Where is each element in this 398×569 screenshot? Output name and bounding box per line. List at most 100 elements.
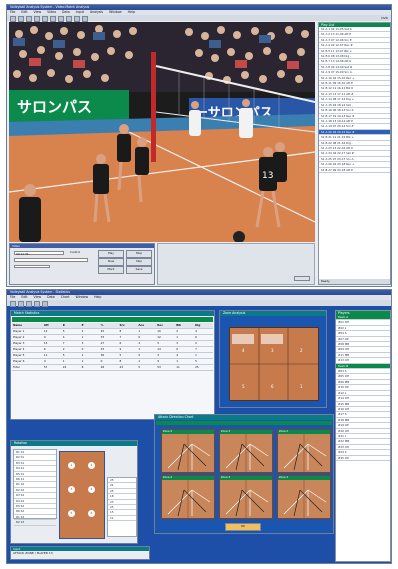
table-cell: 15: [43, 341, 48, 345]
rotation-window-titlebar: Rotation: [11, 441, 137, 446]
ok-button[interactable]: OK: [225, 523, 261, 531]
table-cell: 0: [100, 359, 103, 363]
input-bar-value[interactable]: ATTACK ZONE / PLAYER 13: [11, 551, 149, 556]
top-app-window: Volleyball Analysis System - Video Match…: [6, 4, 392, 287]
table-cell: 12: [43, 329, 48, 333]
player-marker[interactable]: 6: [88, 510, 95, 517]
column-header: Rec: [157, 323, 163, 327]
attack-direction-chart[interactable]: Zone 3: [219, 429, 273, 473]
table-cell: Player 4: [13, 347, 25, 351]
input-bar: Input ATTACK ZONE / PLAYER 13: [10, 546, 150, 560]
zone-label: 4: [242, 348, 245, 353]
speed-slider[interactable]: [14, 265, 50, 268]
player-marker[interactable]: 2: [88, 462, 95, 469]
table-cell: 53: [157, 365, 161, 369]
chart-window-titlebar: Attack Direction Chart: [155, 415, 333, 420]
print-icon[interactable]: [26, 301, 32, 307]
counter-field[interactable]: 00:12:34: [14, 251, 64, 256]
attack-direction-chart[interactable]: Zone 2: [277, 475, 331, 519]
new-icon[interactable]: [10, 301, 16, 307]
stats-table: Name Att K E% Srv Ace Rec Blk Dig Player 1 12 5 2 25 8…: [12, 323, 213, 371]
table-cell: 2: [62, 347, 65, 351]
zone-window-title: Zone Analysis: [223, 311, 246, 315]
table-icon[interactable]: [42, 301, 48, 307]
chart-icon[interactable]: [34, 301, 40, 307]
table-cell: 4: [43, 359, 46, 363]
zone-label: 1: [300, 384, 303, 389]
zone-window: Zone Analysis 4 3 2 5 6 1: [219, 310, 327, 408]
direction-lines: [225, 434, 269, 472]
column-header: Blk: [176, 323, 182, 327]
table-cell: 1: [195, 353, 197, 357]
skip-button[interactable]: Skip: [126, 258, 152, 266]
attack-direction-chart[interactable]: Zone 2: [277, 429, 331, 473]
rotation-window: Rotation R1 S1 R2 S1 R3 S1 R4 S1 R5 S1 R6 S1 R…: [10, 440, 138, 544]
video-control-tab[interactable]: Control: [70, 250, 80, 254]
player-marker[interactable]: 4: [88, 486, 95, 493]
list-item[interactable]: S1 B 27 09 24-18 Att E: [319, 168, 390, 173]
table-row[interactable]: Total 57 24 8 28 43 5 53 11 25: [12, 365, 213, 371]
timeline-slider[interactable]: [14, 258, 88, 262]
attack-direction-chart[interactable]: Zone 4: [161, 475, 215, 519]
attack-direction-chart[interactable]: Zone 3: [219, 475, 273, 519]
table-cell: 33: [100, 347, 105, 351]
direction-lines: [283, 480, 327, 518]
column-header: Srv: [119, 323, 125, 327]
list-item[interactable]: R2 S3: [14, 520, 56, 526]
player-marker[interactable]: 3: [68, 486, 75, 493]
open-icon[interactable]: [18, 301, 24, 307]
bottom-app-title: Volleyball Analysis System - Statistics: [10, 290, 71, 294]
table-cell: 2: [195, 341, 197, 345]
table-cell: 1: [176, 335, 178, 339]
direction-lines: [167, 480, 211, 518]
stats-window-title: Match Statistics: [14, 311, 40, 315]
zone-label: 2: [300, 348, 303, 353]
table-cell: Player 6: [13, 359, 25, 363]
chart-window: Attack Direction Chart Zone 4 Zone 3 Zone …: [154, 414, 334, 534]
video-frame[interactable]: サロンパス ーサロンパス 13: [9, 22, 315, 242]
chart-window-title: Attack Direction Chart: [158, 415, 194, 419]
zone-grid: [230, 328, 318, 400]
rotation-court[interactable]: 1 2 3 4 5 6: [59, 451, 105, 539]
stop-button[interactable]: Stop: [126, 250, 152, 258]
expand-button[interactable]: [294, 276, 310, 281]
mark-button[interactable]: Mark: [98, 266, 124, 274]
attack-direction-chart[interactable]: Zone 4: [161, 429, 215, 473]
player-marker[interactable]: 1: [68, 462, 75, 469]
score-panel: 25 21 25 18 23 25 15 11: [107, 477, 137, 537]
play-list: S1 A 1 04 11-05 Set K S1 A 2 13 11-06 Att…: [319, 27, 390, 173]
bottom-toolbar: [7, 300, 391, 307]
table-cell: 8: [119, 329, 122, 333]
table-cell: 9: [157, 359, 160, 363]
rotation-list[interactable]: R1 S1 R2 S1 R3 S1 R4 S1 R5 S1 R6 S1 R1 S2 R2 S2…: [13, 449, 57, 526]
top-app-title: Volleyball Analysis System - Video Match…: [10, 5, 90, 9]
table-cell: Player 3: [13, 341, 25, 345]
player-list-panel: Players Team A #01 OH #02 L #04 S #07 OP #08 …: [335, 310, 391, 562]
table-cell: 0: [138, 335, 141, 339]
stats-window-titlebar: Match Statistics: [11, 311, 214, 316]
table-cell: 5: [138, 365, 141, 369]
column-header: Dig: [195, 323, 201, 327]
slow-button[interactable]: Slow: [98, 258, 124, 266]
table-cell: 43: [119, 365, 124, 369]
table-cell: 6: [43, 347, 46, 351]
table-cell: 11: [176, 365, 180, 369]
table-cell: 5: [62, 353, 65, 357]
play-button[interactable]: Play: [98, 250, 124, 258]
column-header: Att: [43, 323, 49, 327]
player-marker[interactable]: 5: [68, 510, 75, 517]
video-control-title: Video: [10, 244, 154, 248]
table-cell: 3: [157, 353, 160, 357]
table-cell: 2: [176, 329, 178, 333]
table-cell: 0: [138, 353, 141, 357]
table-cell: 28: [100, 365, 105, 369]
column-header: E: [81, 323, 84, 327]
list-item[interactable]: #25 OP: [336, 456, 390, 461]
table-cell: Player 5: [13, 353, 25, 357]
save-button[interactable]: Save: [126, 266, 152, 274]
table-cell: 1: [138, 359, 141, 363]
table-cell: 5: [62, 329, 65, 333]
zone-court[interactable]: 4 3 2 5 6 1: [229, 327, 319, 401]
table-cell: 0: [176, 347, 178, 351]
table-cell: 8: [119, 359, 122, 363]
